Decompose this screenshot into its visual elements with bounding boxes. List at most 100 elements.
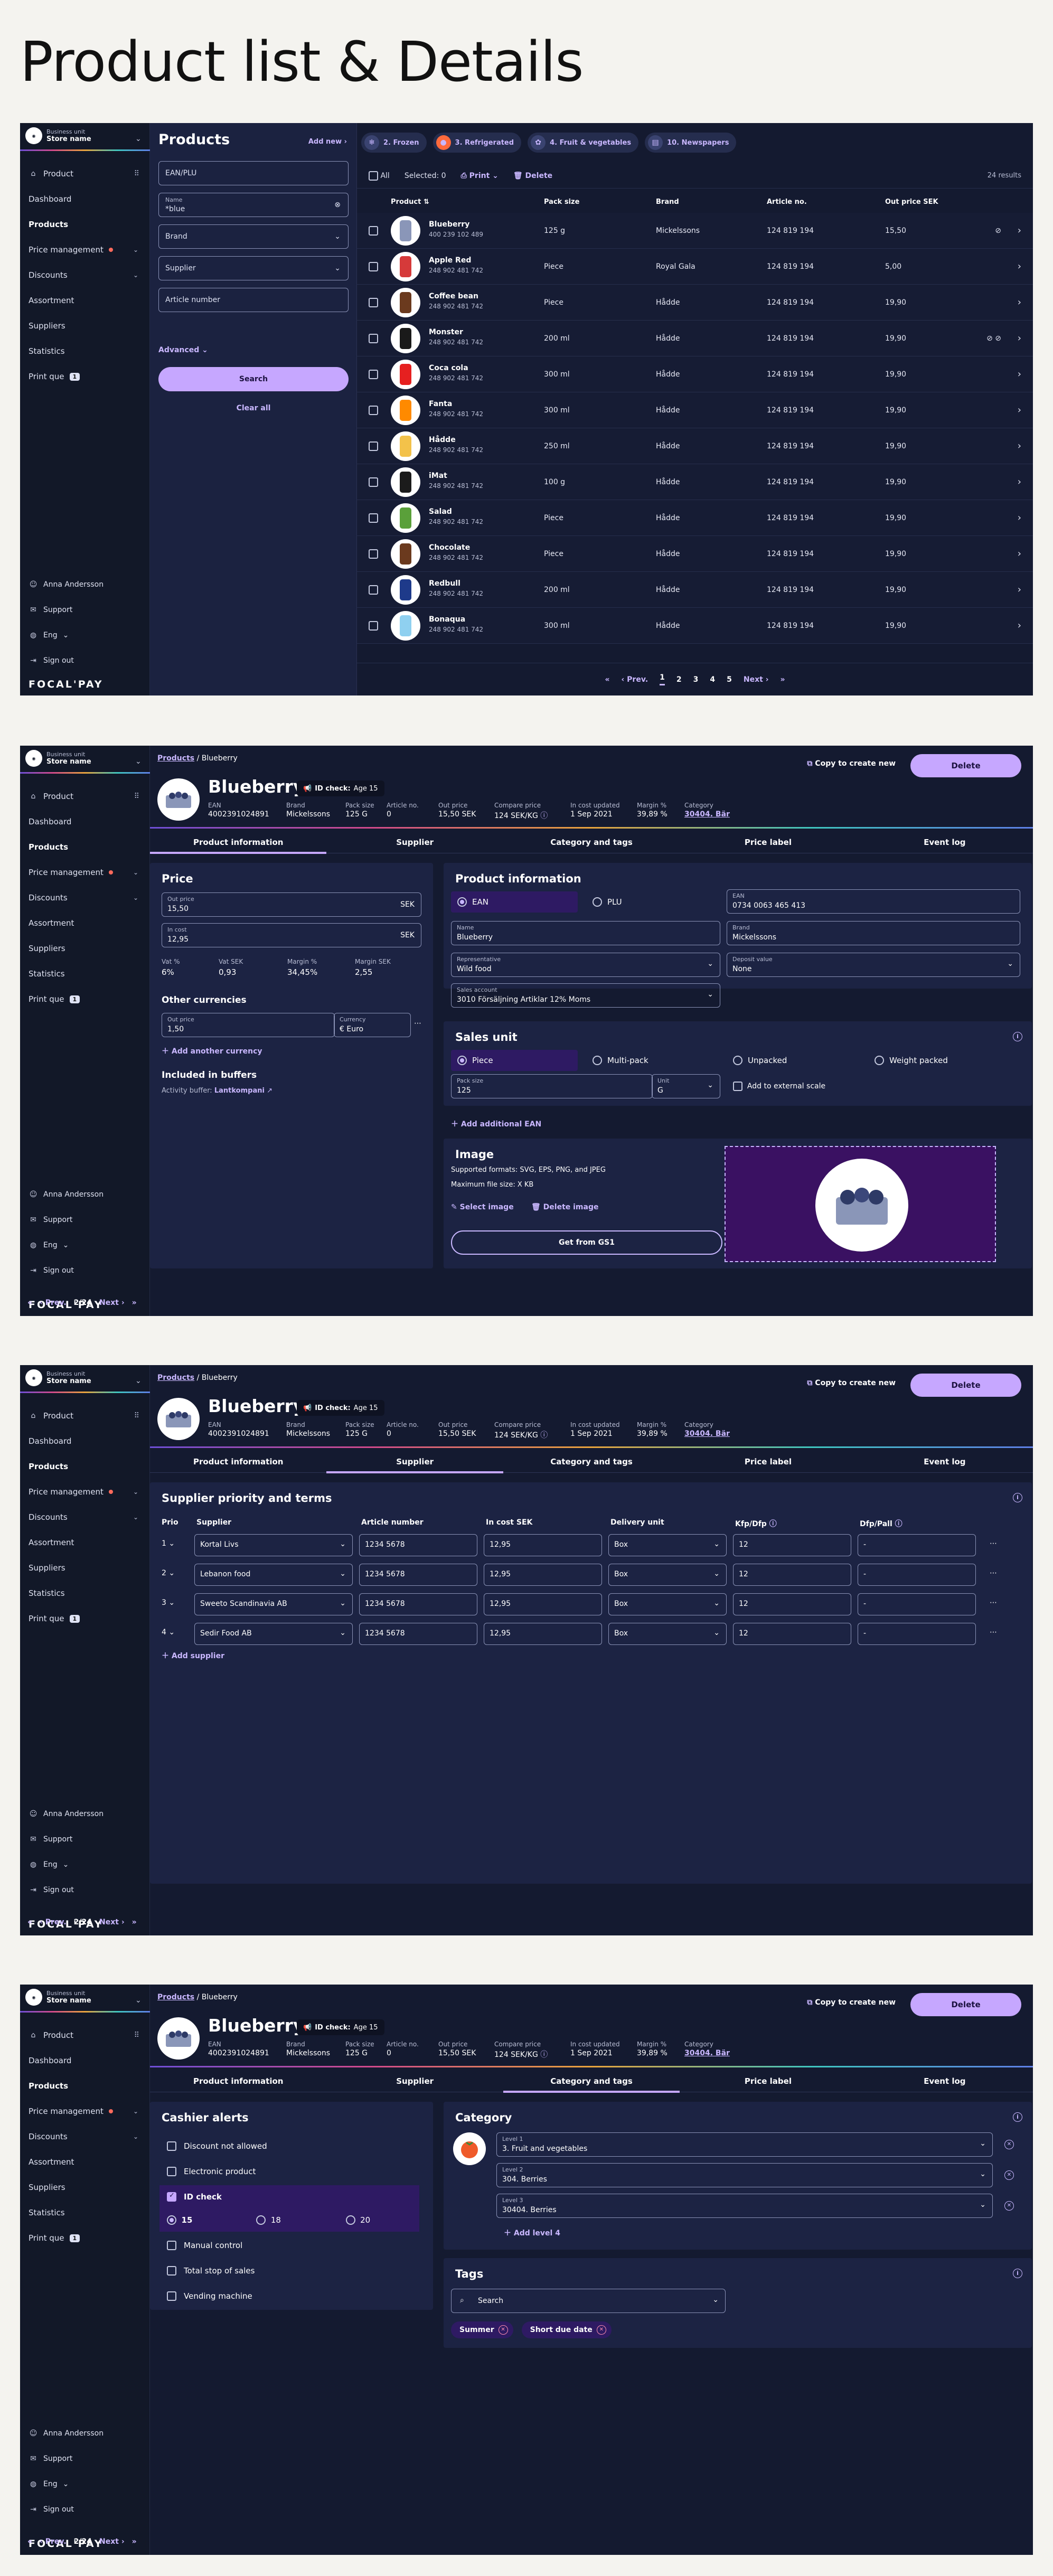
sidebar-item-dashboard[interactable]: Dashboard <box>20 1428 150 1454</box>
sidebar-item-statistics[interactable]: Statistics <box>20 961 150 986</box>
brand-input[interactable]: Brand Mickelssons <box>727 921 1020 945</box>
supplier-select[interactable]: Kortal Livs ⌄ <box>194 1534 353 1556</box>
row-checkbox[interactable] <box>369 621 378 631</box>
info-icon[interactable]: ⓘ <box>540 812 548 820</box>
grid-icon[interactable]: ⠿ <box>134 170 139 178</box>
pack-size-input[interactable]: Pack size 125 <box>451 1074 653 1098</box>
sidebar-item-price-management[interactable]: Price management ⌄ <box>20 1479 150 1505</box>
chevron-down-icon[interactable]: ⌄ <box>133 2133 138 2140</box>
sales-account-select[interactable]: Sales account 3010 Försäljning Artiklar 1… <box>451 983 720 1008</box>
chevron-right-icon[interactable]: › <box>1018 261 1021 272</box>
business-unit-selector[interactable]: ◉ Business unit Store name <box>25 1989 91 2006</box>
article-number-input[interactable]: 1234 5678 <box>359 1534 477 1556</box>
user-profile[interactable]: ☺ Anna Andersson <box>20 1182 150 1207</box>
sidebar-item-product[interactable]: ⌂ Product ⠿ <box>20 784 150 809</box>
sidebar-item-products[interactable]: Products <box>20 1454 150 1479</box>
info-icon[interactable]: ⓘ <box>769 1520 777 1528</box>
add-level-button[interactable]: ＋ Add level 4 <box>504 2227 560 2238</box>
delivery-unit-select[interactable]: Box ⌄ <box>608 1534 727 1556</box>
chip-frozen[interactable]: ❄ 2. Frozen <box>361 133 427 153</box>
grid-icon[interactable]: ⠿ <box>134 792 139 801</box>
breadcrumb-products-link[interactable]: Products <box>157 754 194 763</box>
tab-price-label[interactable]: Price label <box>680 2073 856 2092</box>
info-icon[interactable]: ⓘ <box>540 1431 548 1440</box>
next-item-button[interactable]: Next › <box>99 1918 125 1926</box>
chevron-down-icon[interactable]: ⌄ <box>133 1513 138 1521</box>
last-item-button[interactable]: » <box>132 1299 137 1307</box>
table-row[interactable]: iMat 248 902 481 742 100 g Hådde 124 819 194… <box>357 464 1033 500</box>
sidebar-item-suppliers[interactable]: Suppliers <box>20 313 150 339</box>
level-2-select[interactable]: Level 2 304. Berries ⌄ <box>496 2163 993 2187</box>
ean-radio[interactable]: EAN <box>451 891 578 913</box>
in-cost-input[interactable]: 12,95 <box>484 1564 602 1586</box>
chevron-down-icon[interactable]: ⌄ <box>133 894 138 901</box>
chevron-down-icon[interactable]: ⌄ <box>135 135 142 143</box>
table-row[interactable]: Chocolate 248 902 481 742 Piece Hådde 124 81… <box>357 536 1033 572</box>
category-link[interactable]: 30404. Bär <box>684 2049 730 2057</box>
chip-newspapers[interactable]: ▤ 10. Newspapers <box>645 133 737 153</box>
add-currency-button[interactable]: ＋ Add another currency <box>162 1046 262 1056</box>
sidebar-item-product[interactable]: ⌂ Product ⠿ <box>20 1403 150 1428</box>
row-checkbox[interactable] <box>369 549 378 559</box>
page-1[interactable]: 1 <box>660 673 665 685</box>
copy-to-create-new-button[interactable]: ⧉ Copy to create new <box>807 759 896 768</box>
age-20-radio[interactable]: 20 <box>345 2215 419 2225</box>
language-selector[interactable]: ◍ Eng ⌄ <box>20 1233 150 1258</box>
chevron-right-icon[interactable]: › <box>1018 369 1021 380</box>
piece-radio[interactable]: Piece <box>451 1050 578 1071</box>
info-icon[interactable]: ⓘ <box>540 2051 548 2059</box>
kfp-dfp-input[interactable]: 12 <box>733 1564 851 1586</box>
chevron-right-icon[interactable]: › <box>1018 548 1021 559</box>
prev-item-button[interactable]: ‹ Prev. <box>40 2537 67 2546</box>
last-item-button[interactable]: » <box>132 1918 137 1926</box>
last-item-button[interactable]: » <box>132 2537 137 2546</box>
sidebar-item-price-management[interactable]: Price management ⌄ <box>20 860 150 885</box>
sidebar-item-discounts[interactable]: Discounts ⌄ <box>20 2124 150 2149</box>
prio-select[interactable]: 4 ⌄ <box>162 1628 175 1637</box>
name-input[interactable]: Name Blueberry <box>451 921 720 945</box>
remove-tag-icon[interactable]: ✕ <box>498 2325 508 2335</box>
dfp-pall-input[interactable]: - <box>858 1593 976 1615</box>
chevron-right-icon[interactable]: › <box>1018 476 1021 487</box>
grid-icon[interactable]: ⠿ <box>134 2031 139 2039</box>
select-all-checkbox[interactable]: All <box>369 171 390 181</box>
table-row[interactable]: Apple Red 248 902 481 742 Piece Royal Gala 1… <box>357 249 1033 285</box>
chevron-down-icon[interactable]: ⌄ <box>135 1377 142 1385</box>
clear-all-button[interactable]: Clear all <box>158 398 349 419</box>
more-options-icon[interactable]: ⋯ <box>990 1539 997 1548</box>
table-row[interactable]: Blueberry 400 239 102 489 125 g Mickelssons… <box>357 213 1033 249</box>
info-icon[interactable]: i <box>1013 1032 1022 1041</box>
category-link[interactable]: 30404. Bär <box>684 1430 730 1438</box>
sidebar-item-price-management[interactable]: Price management ⌄ <box>20 237 150 262</box>
next-item-button[interactable]: Next › <box>99 1299 125 1307</box>
row-checkbox[interactable] <box>369 405 378 415</box>
sidebar-item-suppliers[interactable]: Suppliers <box>20 1555 150 1581</box>
buffer-link[interactable]: Lantkompani <box>214 1087 265 1095</box>
tag-chip[interactable]: Short due date ✕ <box>521 2321 612 2338</box>
row-checkbox[interactable] <box>369 225 378 236</box>
row-checkbox[interactable] <box>369 369 378 379</box>
out-price-input[interactable]: Out price 15,50 SEK <box>162 892 421 917</box>
image-dropzone[interactable] <box>725 1146 996 1262</box>
info-icon[interactable]: i <box>1013 2269 1022 2278</box>
chevron-down-icon[interactable]: ⌄ <box>133 246 138 253</box>
sidebar-item-print-queue[interactable]: Print que 1 <box>20 1606 150 1631</box>
alert-id-check[interactable]: ID check <box>159 2185 419 2208</box>
more-options-icon[interactable]: ⋯ <box>414 1019 421 1028</box>
print-button[interactable]: ⎙ Print ⌄ <box>461 172 499 180</box>
article-number-input[interactable]: 1234 5678 <box>359 1593 477 1615</box>
prev-item-button[interactable]: ‹ Prev. <box>40 1918 67 1926</box>
dfp-pall-input[interactable]: - <box>858 1534 976 1556</box>
more-options-icon[interactable]: ⋯ <box>990 1569 997 1577</box>
chevron-right-icon[interactable]: › <box>1018 512 1021 523</box>
sidebar-item-product[interactable]: ⌂ Product ⠿ <box>20 2023 150 2048</box>
row-checkbox[interactable] <box>369 297 378 307</box>
info-icon[interactable]: ⓘ <box>895 1520 902 1528</box>
alert-total-stop[interactable]: Total stop of sales <box>159 2259 419 2282</box>
tab-category-and-tags[interactable]: Category and tags <box>503 1454 680 1472</box>
tab-event-log[interactable]: Event log <box>857 1454 1033 1472</box>
col-product[interactable]: Product ⇅ <box>391 198 429 206</box>
sidebar-item-products[interactable]: Products <box>20 2073 150 2099</box>
user-profile[interactable]: ☺ Anna Andersson <box>20 1801 150 1827</box>
chevron-right-icon[interactable]: › <box>1018 405 1021 416</box>
